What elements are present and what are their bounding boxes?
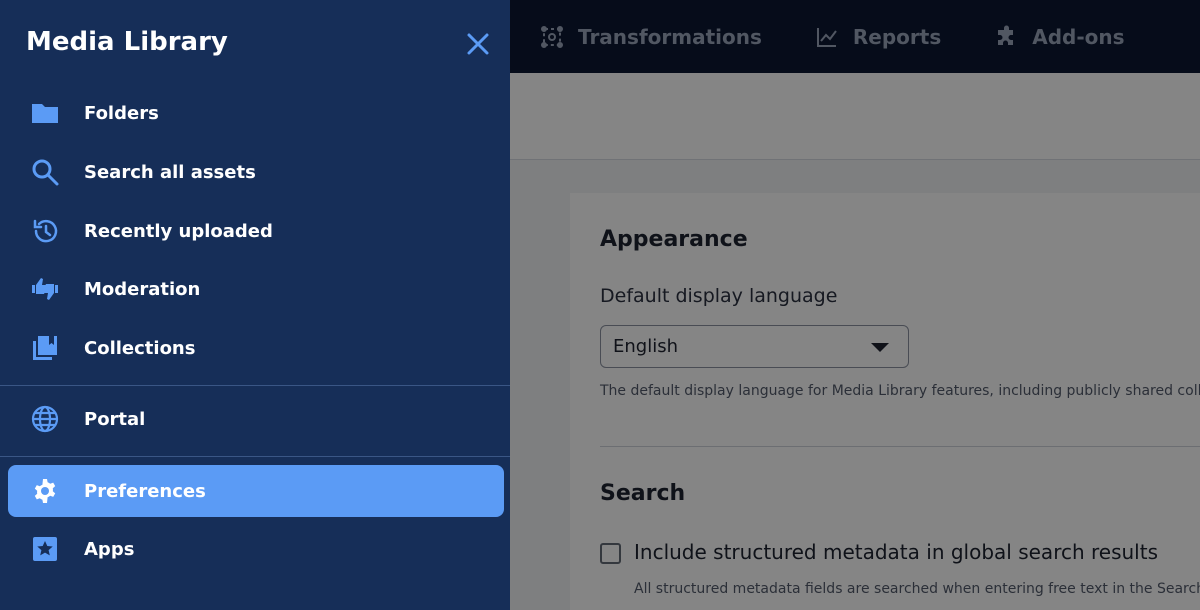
close-icon xyxy=(467,33,489,55)
globe-icon xyxy=(31,405,59,433)
drawer-item-label: Portal xyxy=(84,408,146,430)
search-icon xyxy=(32,159,59,186)
drawer-item-label: Preferences xyxy=(84,480,206,502)
drawer-item-label: Apps xyxy=(84,538,135,560)
drawer-item-collections[interactable]: Collections xyxy=(8,322,504,374)
drawer-item-label: Recently uploaded xyxy=(84,220,273,242)
drawer-item-recently-uploaded[interactable]: Recently uploaded xyxy=(8,205,504,257)
drawer-item-apps[interactable]: Apps xyxy=(8,523,504,575)
thumbs-up-down-icon xyxy=(32,278,58,300)
drawer-item-label: Search all assets xyxy=(84,161,256,183)
media-library-drawer: Media Library Folders Search all assets … xyxy=(0,0,510,610)
drawer-item-label: Folders xyxy=(84,102,159,124)
drawer-item-folders[interactable]: Folders xyxy=(8,87,504,139)
drawer-divider xyxy=(0,385,510,386)
drawer-divider xyxy=(0,456,510,457)
drawer-item-search-all-assets[interactable]: Search all assets xyxy=(8,146,504,198)
drawer-item-label: Moderation xyxy=(84,278,201,300)
drawer-title: Media Library xyxy=(26,27,228,57)
star-box-icon xyxy=(33,537,57,561)
drawer-item-portal[interactable]: Portal xyxy=(8,393,504,445)
folder-icon xyxy=(32,104,58,123)
gear-icon xyxy=(34,479,56,503)
drawer-item-preferences[interactable]: Preferences xyxy=(8,465,504,517)
drawer-item-moderation[interactable]: Moderation xyxy=(8,263,504,315)
close-button[interactable] xyxy=(462,28,494,60)
collections-icon xyxy=(33,336,57,360)
history-icon xyxy=(33,219,58,243)
drawer-item-label: Collections xyxy=(84,337,196,359)
